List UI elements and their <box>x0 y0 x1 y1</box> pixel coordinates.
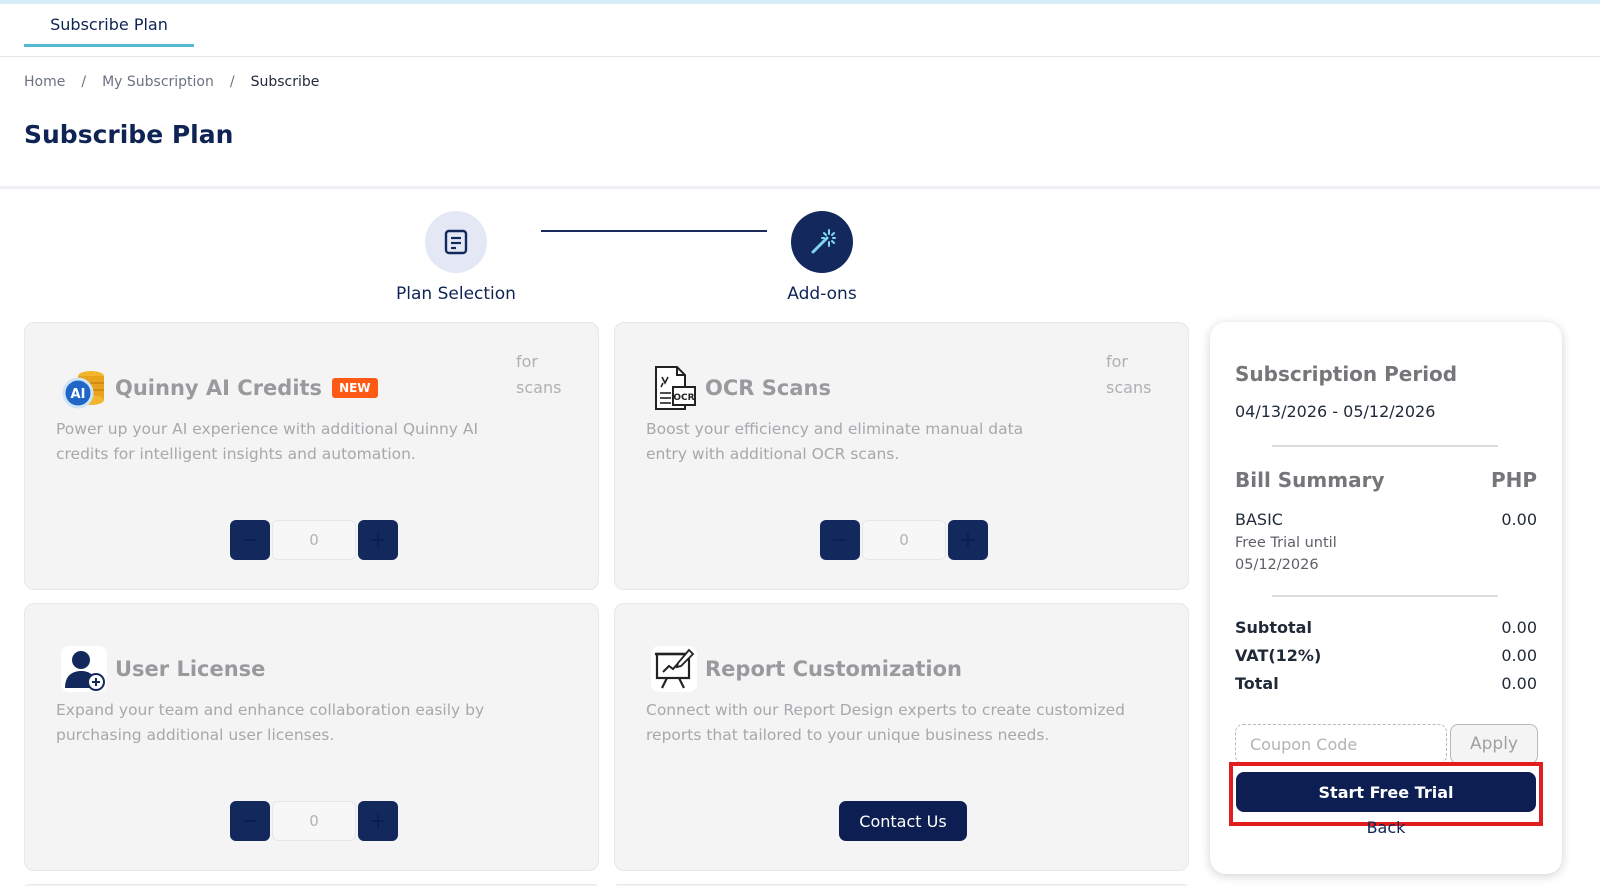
unit-label-line1: for <box>1106 352 1128 371</box>
quantity-stepper: − 0 + <box>230 801 398 841</box>
unit-label: for scans <box>516 349 566 401</box>
back-link[interactable]: Back <box>1210 818 1562 837</box>
bill-summary-title: Bill Summary <box>1235 468 1385 492</box>
total-label: Total <box>1235 674 1279 693</box>
unit-label-line2: scans <box>516 378 562 397</box>
vat-label: VAT(12%) <box>1235 646 1322 665</box>
breadcrumb-separator: / <box>229 74 235 90</box>
subscription-period-range: 04/13/2026 - 05/12/2026 <box>1235 402 1436 421</box>
addon-card-user-license: User License Expand your team and enhanc… <box>24 603 599 871</box>
addon-title: Quinny AI Credits <box>115 376 323 400</box>
ai-coins-icon: AI <box>59 363 109 413</box>
presentation-board-icon <box>649 644 699 694</box>
quantity-stepper: − 0 + <box>230 520 398 560</box>
svg-text:OCR: OCR <box>673 393 694 403</box>
free-trial-note: Free Trial until 05/12/2026 <box>1235 532 1337 576</box>
addon-title: OCR Scans <box>705 376 831 400</box>
addon-card-quinny-ai-credits: AI Quinny AI Credits NEW for scans Power… <box>24 322 599 590</box>
new-badge: NEW <box>332 378 378 398</box>
step-plan-selection[interactable] <box>425 211 487 273</box>
addon-description: Boost your efficiency and eliminate manu… <box>646 420 1024 463</box>
stepper-connector <box>541 230 767 232</box>
increment-button[interactable]: + <box>358 520 398 560</box>
plan-amount: 0.00 <box>1501 510 1537 529</box>
breadcrumb: Home / My Subscription / Subscribe <box>24 74 319 90</box>
subscription-summary-panel: Subscription Period 04/13/2026 - 05/12/2… <box>1210 322 1562 874</box>
total-value: 0.00 <box>1501 674 1537 693</box>
unit-label-line2: scans <box>1106 378 1152 397</box>
quantity-stepper: − 0 + <box>820 520 988 560</box>
increment-button[interactable]: + <box>358 801 398 841</box>
add-user-icon <box>59 644 109 694</box>
apply-coupon-button[interactable]: Apply <box>1450 724 1538 764</box>
title-divider <box>0 186 1600 189</box>
divider <box>1272 445 1498 447</box>
breadcrumb-my-subscription[interactable]: My Subscription <box>102 74 214 90</box>
breadcrumb-current: Subscribe <box>250 74 320 90</box>
subtotal-value: 0.00 <box>1501 618 1537 637</box>
unit-label-line1: for <box>516 352 538 371</box>
step-label-add-ons: Add-ons <box>787 284 857 304</box>
quantity-input[interactable]: 0 <box>272 801 356 841</box>
breadcrumb-home[interactable]: Home <box>24 74 65 90</box>
addon-card-report-customization: Report Customization Connect with our Re… <box>614 603 1189 871</box>
decrement-button[interactable]: − <box>820 520 860 560</box>
step-label-plan-selection: Plan Selection <box>396 284 516 304</box>
breadcrumb-separator: / <box>81 74 87 90</box>
start-free-trial-button[interactable]: Start Free Trial <box>1236 772 1536 812</box>
step-add-ons[interactable] <box>791 211 853 273</box>
svg-text:AI: AI <box>71 387 86 402</box>
addon-title: User License <box>115 657 266 681</box>
ocr-document-icon: OCR <box>649 363 699 413</box>
addon-title: Report Customization <box>705 657 962 681</box>
addon-description: Power up your AI experience with additio… <box>56 420 479 463</box>
increment-button[interactable]: + <box>948 520 988 560</box>
document-icon <box>444 229 468 255</box>
coupon-code-input[interactable] <box>1235 724 1447 764</box>
decrement-button[interactable]: − <box>230 801 270 841</box>
subscription-period-title: Subscription Period <box>1235 362 1458 386</box>
free-trial-note-line1: Free Trial until <box>1235 535 1337 551</box>
addon-card-ocr-scans: OCR OCR Scans for scans Boost your effic… <box>614 322 1189 590</box>
currency-label: PHP <box>1490 468 1537 492</box>
quantity-input[interactable]: 0 <box>272 520 356 560</box>
tab-bar: Subscribe Plan <box>0 4 1600 57</box>
unit-label: for scans <box>1106 349 1156 401</box>
subtotal-label: Subtotal <box>1235 618 1312 637</box>
plan-name: BASIC <box>1235 510 1283 529</box>
quantity-input[interactable]: 0 <box>862 520 946 560</box>
magic-wand-icon <box>811 229 836 254</box>
free-trial-note-line2: 05/12/2026 <box>1235 557 1319 573</box>
vat-value: 0.00 <box>1501 646 1537 665</box>
page-title: Subscribe Plan <box>24 120 234 149</box>
divider <box>1272 595 1498 597</box>
addon-description: Connect with our Report Design experts t… <box>646 701 1125 744</box>
contact-us-button[interactable]: Contact Us <box>839 801 967 841</box>
addon-description: Expand your team and enhance collaborati… <box>56 701 485 744</box>
tab-subscribe-plan[interactable]: Subscribe Plan <box>24 4 194 47</box>
decrement-button[interactable]: − <box>230 520 270 560</box>
